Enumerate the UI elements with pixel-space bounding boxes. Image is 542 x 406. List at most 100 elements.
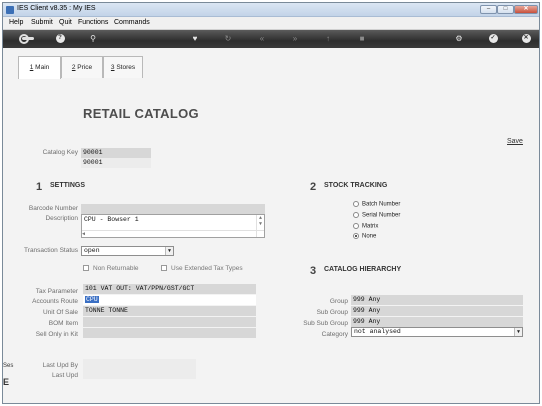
sell-only-in-kit-label: Sell Only in Kit — [35, 331, 78, 338]
transaction-status-select[interactable]: open ▼ — [81, 246, 174, 256]
tax-parameter-field[interactable]: 101 VAT OUT: VAT/PPN/GST/GCT — [83, 284, 256, 294]
settings-section-title: SETTINGS — [50, 182, 86, 189]
stock-tracking-section-title: STOCK TRACKING — [324, 182, 388, 189]
menu-functions[interactable]: Functions — [78, 19, 108, 26]
non-returnable-checkbox[interactable]: Non Returnable — [83, 265, 139, 272]
category-select[interactable]: not analysed ▼ — [351, 327, 523, 337]
radio-none[interactable]: None — [353, 233, 376, 240]
background-window-fragment: Ses E — [3, 363, 13, 403]
description-textarea[interactable]: CPU - Bowser 1 ▲ ▼ ◀ — [81, 214, 265, 238]
radio-icon[interactable] — [353, 223, 359, 229]
page-title: RETAIL CATALOG — [83, 106, 199, 121]
radio-serial-number-label: Serial Number — [362, 212, 401, 219]
radio-serial-number[interactable]: Serial Number — [353, 212, 400, 219]
sub-sub-group-field[interactable]: 999 Any — [351, 317, 523, 327]
settings-icon[interactable]: ⚙ — [452, 33, 466, 45]
menu-help[interactable]: Help — [9, 19, 23, 26]
check-icon[interactable]: ✓ — [486, 33, 500, 45]
radio-icon[interactable] — [353, 212, 359, 218]
menu-quit[interactable]: Quit — [59, 19, 72, 26]
radio-batch-number-label: Batch Number — [362, 201, 401, 208]
tab-price-label: Price — [75, 64, 93, 71]
window-title: IES Client v8.35 : My IES — [17, 5, 96, 12]
non-returnable-label: Non Returnable — [93, 265, 139, 272]
barcode-label: Barcode Number — [28, 205, 78, 212]
sell-only-in-kit-field[interactable] — [83, 328, 256, 338]
maximize-button[interactable]: □ — [497, 5, 514, 14]
stock-tracking-section-number: 2 — [310, 181, 317, 193]
barcode-field[interactable] — [81, 204, 265, 214]
group-field[interactable]: 999 Any — [351, 295, 523, 305]
refresh-icon[interactable]: ↻ — [221, 33, 235, 45]
background-text-bottom: E — [3, 377, 10, 387]
catalog-key-field[interactable]: 90001 — [81, 148, 151, 158]
tab-stores[interactable]: 3 Stores — [103, 56, 143, 78]
transaction-status-label: Transaction Status — [24, 247, 78, 254]
sub-group-field[interactable]: 999 Any — [351, 306, 523, 316]
heart-icon[interactable]: ♥ — [188, 33, 202, 45]
tab-main-label: Main — [33, 64, 50, 71]
unit-of-sale-field[interactable]: TONNE TONNE — [83, 306, 256, 316]
main-content: 1 Main 2 Price 3 Stores RETAIL CATALOG S… — [3, 48, 539, 403]
menu-submit[interactable]: Submit — [31, 19, 53, 26]
description-text: CPU - Bowser 1 — [84, 216, 139, 223]
extended-tax-label: Use Extended Tax Types — [171, 265, 243, 272]
catalog-key-label: Catalog Key — [42, 149, 78, 156]
radio-icon[interactable] — [353, 201, 359, 207]
minimize-button[interactable]: – — [480, 5, 497, 14]
save-link[interactable]: Save — [507, 138, 523, 145]
key-icon[interactable] — [19, 33, 37, 45]
close-icon[interactable]: ✕ — [519, 33, 533, 45]
stop-icon[interactable]: ■ — [355, 33, 369, 45]
app-window: IES Client v8.35 : My IES – □ ✕ Help Sub… — [2, 2, 540, 404]
last-upd-by-label: Last Upd By — [42, 362, 78, 369]
bom-item-label: BOM Item — [48, 320, 78, 327]
category-value: not analysed — [354, 328, 401, 335]
sub-sub-group-label: Sub Sub Group — [303, 320, 348, 327]
menu-commands[interactable]: Commands — [114, 19, 150, 26]
tab-main[interactable]: 1 Main — [18, 56, 61, 79]
search-icon[interactable]: ⚲ — [86, 33, 100, 45]
app-icon — [6, 6, 14, 14]
extended-tax-checkbox[interactable]: Use Extended Tax Types — [161, 265, 243, 272]
accounts-route-label: Accounts Route — [32, 298, 78, 305]
radio-matrix[interactable]: Matrix — [353, 223, 378, 230]
radio-none-label: None — [362, 233, 377, 240]
unit-of-sale-label: Unit Of Sale — [42, 309, 78, 316]
group-label: Group — [329, 298, 348, 305]
upload-icon[interactable]: ↑ — [321, 33, 335, 45]
chevron-down-icon[interactable]: ▼ — [165, 247, 173, 255]
chevron-down-icon[interactable]: ▼ — [514, 328, 522, 336]
settings-section-number: 1 — [36, 181, 43, 193]
rewind-icon[interactable]: « — [255, 33, 269, 45]
tab-stores-label: Stores — [114, 64, 136, 71]
bom-item-field[interactable] — [83, 317, 256, 327]
menu-bar: Help Submit Quit Functions Commands — [3, 17, 539, 30]
accounts-route-field[interactable]: CPU — [83, 295, 256, 305]
tab-price[interactable]: 2 Price — [61, 56, 103, 78]
toolbar: ? ⚲ ♥ ↻ « » ↑ ■ ⚙ ✓ ✕ — [3, 30, 539, 48]
catalog-key-display: 90001 — [81, 158, 151, 168]
last-upd-by-field — [83, 359, 196, 369]
title-bar: IES Client v8.35 : My IES – □ ✕ — [3, 3, 539, 17]
background-text-top: Ses — [3, 363, 14, 369]
transaction-status-value: open — [84, 247, 100, 254]
checkbox-icon[interactable] — [161, 265, 167, 272]
description-hscrollbar[interactable]: ◀ — [82, 230, 264, 237]
last-upd-field — [83, 369, 196, 379]
sub-group-label: Sub Group — [316, 309, 348, 316]
radio-selected-icon[interactable] — [353, 233, 359, 239]
forward-icon[interactable]: » — [288, 33, 302, 45]
checkbox-icon[interactable] — [83, 265, 89, 272]
hierarchy-section-number: 3 — [310, 265, 317, 277]
category-label: Category — [321, 331, 348, 338]
radio-batch-number[interactable]: Batch Number — [353, 201, 400, 208]
accounts-route-value: CPU — [85, 296, 99, 303]
hierarchy-section-title: CATALOG HIERARCHY — [324, 266, 402, 273]
radio-matrix-label: Matrix — [362, 223, 379, 230]
help-icon[interactable]: ? — [53, 33, 67, 45]
last-upd-label: Last Upd — [51, 372, 78, 379]
description-label: Description — [45, 215, 78, 222]
tax-parameter-label: Tax Parameter — [35, 288, 78, 295]
close-window-button[interactable]: ✕ — [514, 5, 538, 14]
